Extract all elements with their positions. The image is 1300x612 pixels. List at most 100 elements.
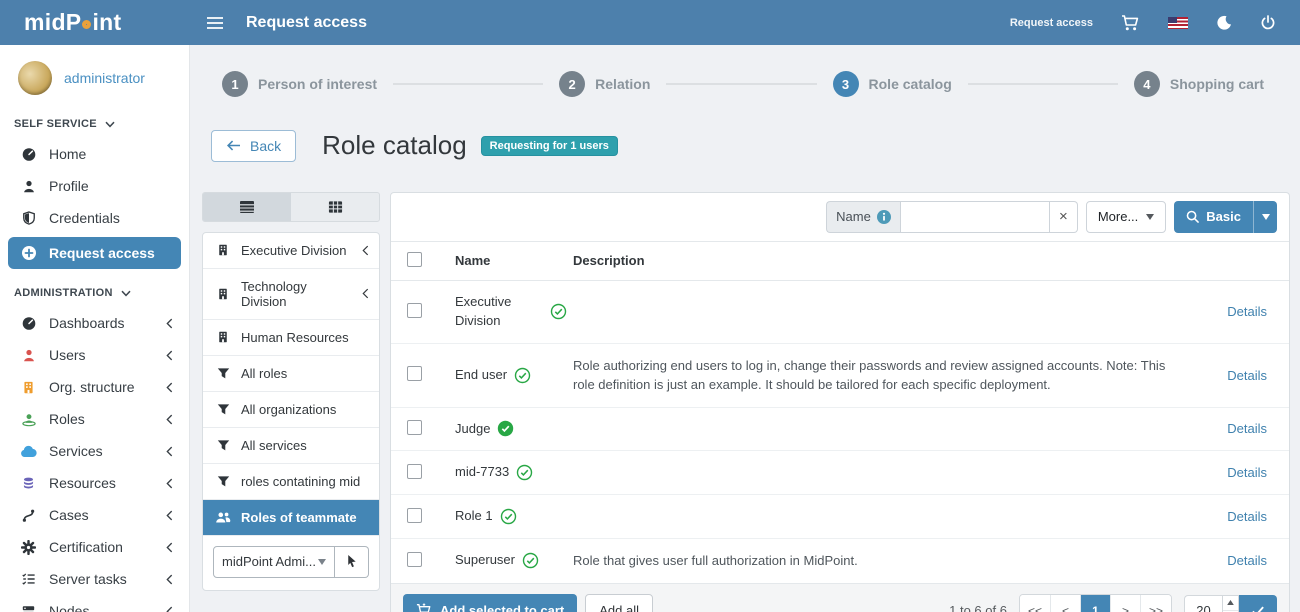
cart-icon — [416, 603, 432, 612]
table-row: End user Role authorizing end users to l… — [391, 344, 1289, 408]
add-all-button[interactable]: Add all — [585, 594, 653, 612]
logo-text-post: int — [92, 9, 121, 36]
avatar — [18, 61, 52, 95]
add-selected-to-cart-button[interactable]: Add selected to cart — [403, 594, 577, 612]
pagination-prev-button[interactable]: < — [1050, 595, 1080, 612]
chevron-left-icon — [166, 606, 173, 612]
user-icon — [20, 179, 37, 194]
sidebar-item-org-structure[interactable]: Org. structure — [0, 371, 189, 403]
sidebar-item-users[interactable]: Users — [0, 339, 189, 371]
tree-item-label: All organizations — [241, 402, 336, 417]
info-icon — [877, 210, 891, 224]
wizard-step-role-catalog[interactable]: 3 Role catalog — [833, 71, 952, 97]
check-icon — [1251, 605, 1265, 612]
back-button-label: Back — [250, 138, 281, 154]
sidebar-item-certification[interactable]: Certification — [0, 531, 189, 563]
row-checkbox[interactable] — [407, 366, 422, 381]
spinner-up-icon[interactable] — [1223, 596, 1238, 612]
wizard-step-relation[interactable]: 2 Relation — [559, 71, 650, 97]
row-checkbox[interactable] — [407, 464, 422, 479]
sidebar-item-roles[interactable]: Roles — [0, 403, 189, 435]
tree-item-roles-containing-mid[interactable]: roles contatining mid — [203, 464, 379, 500]
chevron-left-icon — [166, 510, 173, 521]
row-checkbox[interactable] — [407, 303, 422, 318]
details-link[interactable]: Details — [1227, 553, 1267, 568]
pagination-page-1-button[interactable]: 1 — [1080, 595, 1110, 612]
sidebar-item-cases[interactable]: Cases — [0, 499, 189, 531]
teammate-select[interactable]: midPoint Admi... — [213, 546, 335, 578]
cart-icon[interactable] — [1121, 14, 1140, 32]
chevron-left-icon[interactable] — [362, 288, 369, 299]
page-size-input[interactable] — [1184, 595, 1222, 612]
sidebar-item-credentials[interactable]: Credentials — [0, 202, 189, 234]
details-link[interactable]: Details — [1227, 421, 1267, 436]
more-filters-button[interactable]: More... — [1086, 201, 1166, 233]
tree-item-all-services[interactable]: All services — [203, 428, 379, 464]
hamburger-menu-icon[interactable] — [206, 15, 224, 31]
pagination-next-button[interactable]: > — [1110, 595, 1140, 612]
midpoint-logo[interactable]: midPint — [0, 9, 190, 36]
role-description: Role that gives user full authorization … — [573, 551, 1189, 571]
row-checkbox[interactable] — [407, 420, 422, 435]
sidebar-item-label: Request access — [49, 245, 155, 261]
dark-mode-moon-icon[interactable] — [1216, 15, 1232, 31]
details-link[interactable]: Details — [1227, 304, 1267, 319]
section-administration[interactable]: ADMINISTRATION — [0, 272, 189, 307]
wizard-step-person-of-interest[interactable]: 1 Person of interest — [222, 71, 377, 97]
details-link[interactable]: Details — [1227, 509, 1267, 524]
sidebar-item-profile[interactable]: Profile — [0, 170, 189, 202]
section-self-service[interactable]: SELF SERVICE — [0, 103, 189, 138]
sidebar-item-request-access[interactable]: Request access — [8, 237, 181, 269]
sidebar-item-server-tasks[interactable]: Server tasks — [0, 563, 189, 595]
sidebar-item-dashboards[interactable]: Dashboards — [0, 307, 189, 339]
sidebar-item-label: Certification — [49, 539, 123, 555]
tree-item-roles-of-teammate[interactable]: Roles of teammate — [203, 500, 379, 536]
chevron-left-icon[interactable] — [362, 245, 369, 256]
sidebar-item-label: Roles — [49, 411, 85, 427]
search-input[interactable] — [900, 201, 1050, 233]
select-all-checkbox[interactable] — [407, 252, 422, 267]
chevron-left-icon — [166, 414, 173, 425]
teammate-selector-row: midPoint Admi... — [203, 536, 379, 590]
details-link[interactable]: Details — [1227, 465, 1267, 480]
details-link[interactable]: Details — [1227, 368, 1267, 383]
step-connector — [666, 83, 816, 85]
tree-item-all-organizations[interactable]: All organizations — [203, 392, 379, 428]
row-checkbox[interactable] — [407, 508, 422, 523]
sidebar-item-resources[interactable]: Resources — [0, 467, 189, 499]
apply-page-size-button[interactable] — [1239, 595, 1277, 612]
pagination-first-button[interactable]: << — [1020, 595, 1050, 612]
row-checkbox[interactable] — [407, 552, 422, 567]
user-row[interactable]: administrator — [0, 45, 189, 103]
step-number: 2 — [559, 71, 585, 97]
tree-item-label: Technology Division — [241, 279, 352, 309]
tree-item-technology-division[interactable]: Technology Division — [203, 269, 379, 320]
cursor-pointer-icon — [345, 554, 358, 569]
grid-view-button[interactable] — [291, 193, 379, 221]
tree-item-human-resources[interactable]: Human Resources — [203, 320, 379, 356]
pagination-summary: 1 to 6 of 6 — [949, 603, 1007, 612]
list-view-button[interactable] — [203, 193, 291, 221]
sidebar-item-nodes[interactable]: Nodes — [0, 595, 189, 612]
locale-flag-icon[interactable] — [1168, 17, 1188, 29]
pick-user-button[interactable] — [335, 546, 369, 578]
building-icon — [215, 330, 231, 344]
basic-search-button[interactable]: Basic — [1174, 201, 1253, 233]
tree-item-label: Human Resources — [241, 330, 349, 345]
search-mode-caret-button[interactable] — [1253, 201, 1277, 233]
sidebar-item-services[interactable]: Services — [0, 435, 189, 467]
tree-item-executive-division[interactable]: Executive Division — [203, 233, 379, 269]
pagination-last-button[interactable]: >> — [1140, 595, 1171, 612]
sidebar-item-label: Org. structure — [49, 379, 135, 395]
filter-icon — [215, 475, 231, 488]
wizard-step-shopping-cart[interactable]: 4 Shopping cart — [1134, 71, 1264, 97]
catalog-tree-panel: Executive Division Technology Division H… — [202, 192, 380, 591]
step-connector — [393, 83, 543, 85]
clear-search-button[interactable]: × — [1050, 201, 1078, 233]
logout-power-icon[interactable] — [1260, 15, 1276, 31]
sidebar-item-home[interactable]: Home — [0, 138, 189, 170]
role-name: End user — [455, 366, 507, 385]
back-button[interactable]: Back — [211, 130, 296, 162]
tree-item-all-roles[interactable]: All roles — [203, 356, 379, 392]
plus-circle-icon — [20, 245, 37, 261]
